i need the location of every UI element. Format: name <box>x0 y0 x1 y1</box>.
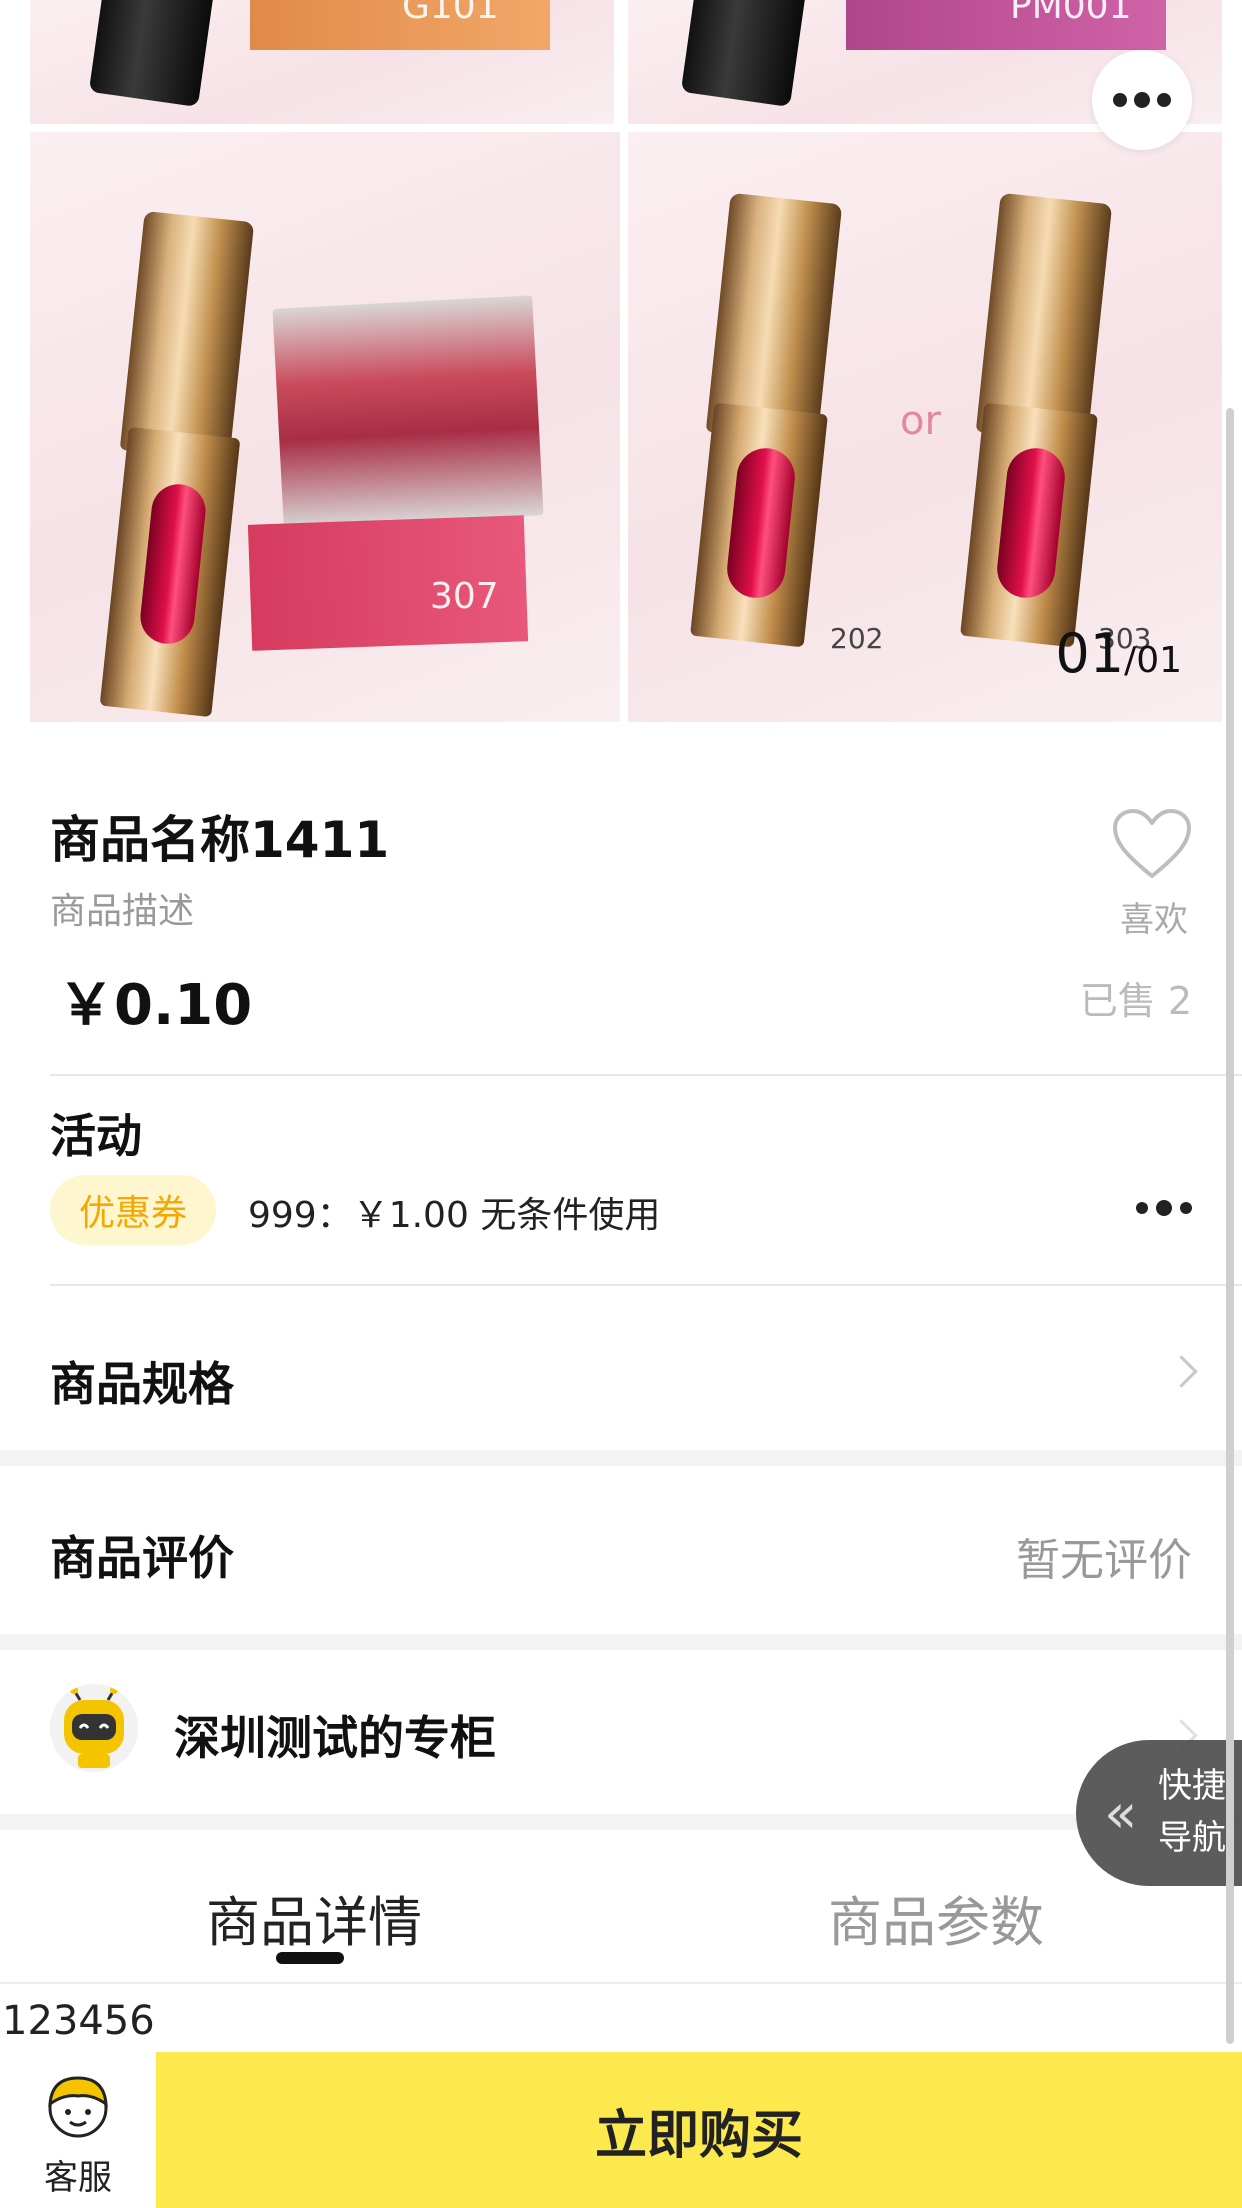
swatch-image <box>250 0 550 50</box>
chevron-right-icon <box>1165 1355 1198 1388</box>
robot-icon <box>50 1684 138 1772</box>
bottom-action-bar: 客服 立即购买 <box>0 2052 1242 2208</box>
lipstick-tube-image <box>680 0 810 107</box>
counter-current: 01 <box>1055 622 1125 685</box>
section-gap <box>0 1450 1242 1466</box>
coupon-more-button[interactable] <box>1136 1200 1192 1216</box>
quick-nav-label: 快捷导航 <box>1158 1766 1226 1858</box>
coupon-description[interactable]: 999：￥1.00 无条件使用 <box>248 1186 660 1238</box>
swatch-label: or <box>900 398 941 444</box>
divider <box>50 1074 1242 1076</box>
swatch-label: 307 <box>430 576 499 617</box>
store-name: 深圳测试的专柜 <box>174 1711 496 1765</box>
gallery-tile-307: 307 <box>30 132 620 722</box>
scrollbar[interactable] <box>1226 408 1234 2044</box>
swatch-label: 202 <box>830 622 884 655</box>
tab-product-details[interactable]: 商品详情 <box>206 1878 422 1957</box>
gallery-page-counter: 01/01 <box>1055 622 1182 685</box>
like-label[interactable]: 喜欢 <box>1120 892 1188 941</box>
buy-now-button[interactable]: 立即购买 <box>156 2052 1242 2208</box>
lipstick-tube-image <box>88 0 218 107</box>
store-row[interactable]: 深圳测试的专柜 <box>0 1650 1242 1814</box>
customer-service-label: 客服 <box>44 2158 112 2198</box>
customer-service-button[interactable]: 客服 <box>0 2052 156 2208</box>
section-gap <box>0 1814 1242 1830</box>
more-options-button[interactable] <box>1092 50 1192 150</box>
swatch-label: G101 <box>402 0 499 27</box>
section-gap <box>0 1634 1242 1650</box>
spec-row[interactable]: 商品规格 <box>0 1286 1242 1450</box>
tab-product-params[interactable]: 商品参数 <box>828 1878 1044 1957</box>
active-tab-indicator <box>276 1952 344 1964</box>
lips-image <box>272 295 544 529</box>
product-description: 商品描述 <box>50 891 195 932</box>
swatch-label: PM001 <box>1010 0 1132 27</box>
product-price: ￥0.10 <box>58 973 253 1038</box>
counter-total: /01 <box>1124 640 1182 681</box>
detail-content: 123456 <box>2 1998 155 2044</box>
customer-service-icon <box>48 2076 108 2138</box>
double-chevron-left-icon: ‹‹ <box>1104 1782 1137 1845</box>
heart-icon[interactable] <box>1112 808 1192 880</box>
review-empty-text: 暂无评价 <box>1016 1535 1192 1586</box>
activity-title: 活动 <box>50 1109 142 1163</box>
store-avatar <box>50 1684 138 1772</box>
more-dots-icon <box>1136 1202 1148 1214</box>
coupon-badge[interactable]: 优惠券 <box>50 1175 216 1245</box>
product-title: 商品名称1411 <box>50 811 390 869</box>
quick-nav-button[interactable]: ‹‹ 快捷导航 <box>1076 1740 1242 1886</box>
spec-title: 商品规格 <box>50 1357 234 1411</box>
gallery-tile-g101: G101 <box>30 0 614 124</box>
divider <box>0 1982 1242 1984</box>
review-title: 商品评价 <box>50 1531 234 1585</box>
product-image-gallery[interactable]: G101 PM001 307 or 202 303 01/01 <box>0 0 1242 722</box>
more-dots-icon <box>1113 93 1127 107</box>
sold-count: 已售 2 <box>1079 979 1192 1023</box>
lipstick-cap-image <box>119 210 255 462</box>
